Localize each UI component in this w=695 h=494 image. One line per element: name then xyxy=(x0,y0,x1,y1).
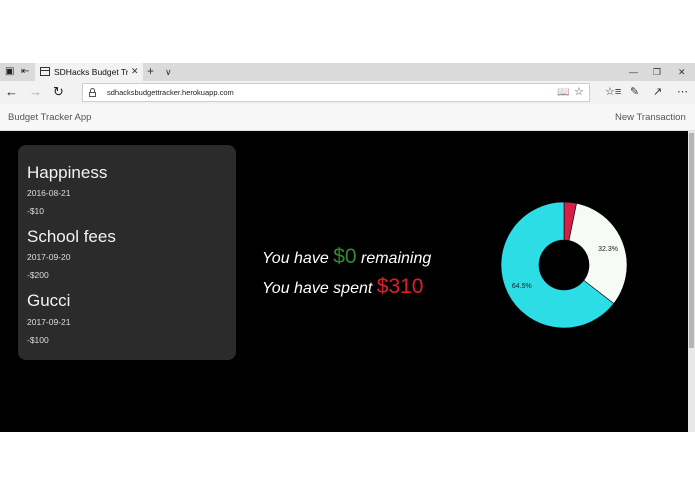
spending-donut-chart: 32.3% 64.5% xyxy=(500,201,628,329)
spent-prefix: You have spent xyxy=(262,280,373,297)
screen: ▣ ⇤ SDHacks Budget Tracke ✕ + ∨ — ❐ ✕ ← … xyxy=(0,0,695,494)
tab-manager-icon[interactable]: ▣ xyxy=(5,66,14,78)
transaction-list: Happiness 2016-08-21 -$10 School fees 20… xyxy=(18,145,236,360)
lock-icon xyxy=(89,88,96,97)
remaining-amount: $0 xyxy=(333,245,357,268)
transaction-amount: -$200 xyxy=(27,270,49,280)
remaining-summary: You have $0 remaining xyxy=(262,245,431,271)
favorites-hub-icon[interactable]: ☆≡ xyxy=(605,85,621,99)
transaction-date: 2016-08-21 xyxy=(27,188,71,198)
spent-summary: You have spent $310 xyxy=(262,275,423,301)
page-scrollbar[interactable] xyxy=(688,131,695,432)
share-icon[interactable]: ↗ xyxy=(653,85,662,99)
more-icon[interactable]: ⋯ xyxy=(677,85,688,99)
app-brand[interactable]: Budget Tracker App xyxy=(8,112,91,124)
minimize-icon[interactable]: — xyxy=(629,64,638,80)
transaction-date: 2017-09-20 xyxy=(27,252,71,262)
spent-amount: $310 xyxy=(376,275,424,298)
pen-icon[interactable]: ✎ xyxy=(630,85,639,99)
reading-view-icon[interactable]: 📖 xyxy=(557,86,569,99)
transaction-name: Happiness xyxy=(27,163,108,182)
transaction-name: School fees xyxy=(27,227,116,246)
new-transaction-link[interactable]: New Transaction xyxy=(615,112,686,124)
transaction-amount: -$10 xyxy=(27,206,45,216)
back-arrow-icon[interactable]: ← xyxy=(5,84,18,100)
tab-title: SDHacks Budget Tracke xyxy=(54,67,128,77)
star-icon[interactable]: ☆ xyxy=(574,85,584,99)
restore-icon[interactable]: ❐ xyxy=(653,64,661,80)
url-text[interactable]: sdhacksbudgettracker.herokuapp.com xyxy=(107,87,234,99)
app-navbar: Budget Tracker App New Transaction xyxy=(0,104,695,131)
donut-slice-label: 32.3% xyxy=(598,246,618,253)
browser-tab[interactable]: SDHacks Budget Tracke ✕ xyxy=(35,63,143,81)
set-aside-tabs-icon[interactable]: ⇤ xyxy=(21,66,29,78)
new-tab-icon[interactable]: + xyxy=(147,63,154,79)
transaction-name: Gucci xyxy=(27,291,71,310)
tab-favicon-icon xyxy=(40,67,50,76)
app-content: Happiness 2016-08-21 -$10 School fees 20… xyxy=(0,131,688,432)
remaining-suffix: remaining xyxy=(361,250,432,267)
address-bar[interactable]: sdhacksbudgettracker.herokuapp.com 📖 ☆ xyxy=(82,83,590,102)
chevron-down-icon[interactable]: ∨ xyxy=(165,64,172,80)
refresh-icon[interactable]: ↻ xyxy=(53,84,64,100)
remaining-prefix: You have xyxy=(262,250,329,267)
window-close-icon[interactable]: ✕ xyxy=(678,64,686,80)
scrollbar-thumb[interactable] xyxy=(689,133,694,348)
transaction-amount: -$100 xyxy=(27,335,49,345)
donut-slice-label: 64.5% xyxy=(512,283,532,290)
tab-close-icon[interactable]: ✕ xyxy=(131,65,139,77)
forward-arrow-icon[interactable]: → xyxy=(29,84,42,100)
transaction-date: 2017-09-21 xyxy=(27,317,71,327)
